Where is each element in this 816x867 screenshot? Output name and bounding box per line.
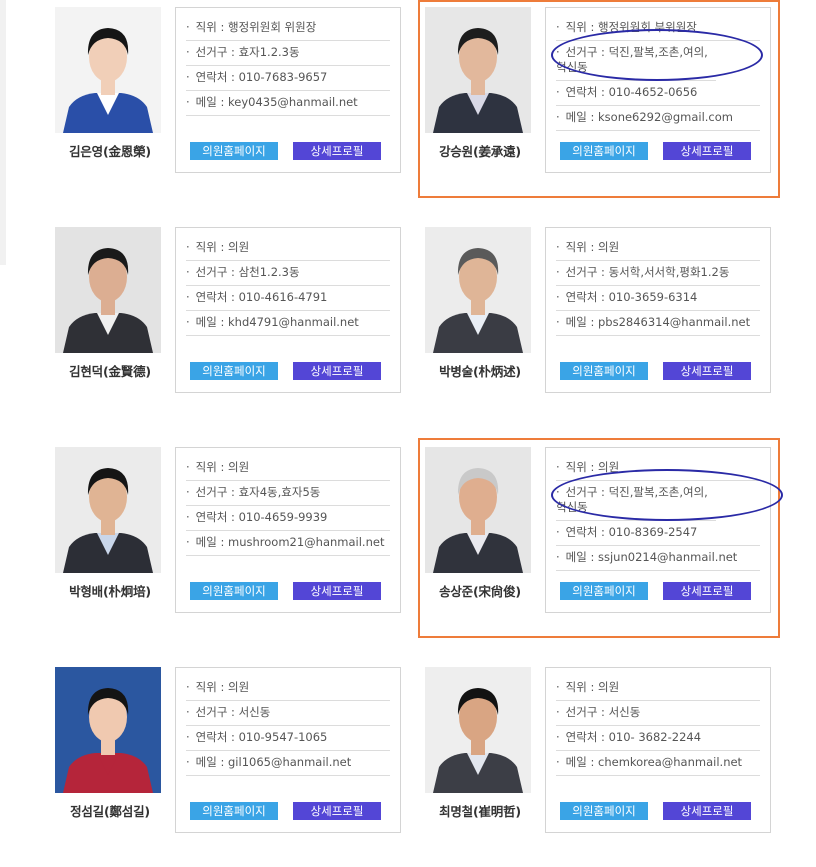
- highlight-ellipse-district-2: [551, 29, 763, 81]
- homepage-button[interactable]: 의원홈페이지: [190, 142, 278, 160]
- highlight-box-member-2: [418, 0, 780, 198]
- homepage-button[interactable]: 의원홈페이지: [560, 802, 648, 820]
- member-email: 메일 : key0435@hanmail.net: [186, 91, 390, 116]
- highlight-ellipse-district-6: [551, 469, 783, 521]
- member-district: 선거구 : 삼천1.2.3동: [186, 261, 390, 286]
- member-name: 김은영(金恩榮): [69, 144, 151, 159]
- member-district: 선거구 : 효자1.2.3동: [186, 41, 390, 66]
- member-card: 박병술(朴炳述) 직위 : 의원선거구 : 동서학,서서학,평화1.2동연락처 :…: [425, 227, 795, 427]
- member-card: 김현덕(金賢德) 직위 : 의원선거구 : 삼천1.2.3동연락처 : 010-4…: [55, 227, 425, 427]
- member-info-box: 직위 : 의원선거구 : 삼천1.2.3동연락처 : 010-4616-4791…: [175, 227, 401, 393]
- member-info-box: 직위 : 의원선거구 : 서신동연락처 : 010-9547-1065메일 : …: [175, 667, 401, 833]
- member-name: 박병술(朴炳述): [439, 364, 521, 379]
- member-contact: 연락처 : 010-7683-9657: [186, 66, 390, 91]
- member-photo: [55, 667, 161, 793]
- member-info-box: 직위 : 의원선거구 : 동서학,서서학,평화1.2동연락처 : 010-365…: [545, 227, 771, 393]
- member-district: 선거구 : 효자4동,효자5동: [186, 481, 390, 506]
- profile-button[interactable]: 상세프로필: [663, 802, 751, 820]
- member-card: 정섬길(鄭섬길) 직위 : 의원선거구 : 서신동연락처 : 010-9547-1…: [55, 667, 425, 867]
- member-photo: [425, 227, 531, 353]
- profile-button[interactable]: 상세프로필: [293, 362, 381, 380]
- homepage-button[interactable]: 의원홈페이지: [190, 802, 278, 820]
- member-position: 직위 : 행정위원회 위원장: [186, 16, 390, 41]
- member-contact: 연락처 : 010-9547-1065: [186, 726, 390, 751]
- profile-button[interactable]: 상세프로필: [663, 362, 751, 380]
- member-name: 정섬길(鄭섬길): [70, 804, 150, 819]
- member-name: 박형배(朴炯培): [69, 584, 151, 599]
- member-photo: [55, 447, 161, 573]
- profile-button[interactable]: 상세프로필: [293, 582, 381, 600]
- member-position: 직위 : 의원: [186, 236, 390, 261]
- member-card: 최명철(崔明哲) 직위 : 의원선거구 : 서신동연락처 : 010- 3682-…: [425, 667, 795, 867]
- highlight-box-member-6: [418, 438, 780, 638]
- member-contact: 연락처 : 010-3659-6314: [556, 286, 760, 311]
- member-position: 직위 : 의원: [186, 676, 390, 701]
- member-district: 선거구 : 서신동: [186, 701, 390, 726]
- member-email: 메일 : khd4791@hanmail.net: [186, 311, 390, 336]
- homepage-button[interactable]: 의원홈페이지: [190, 362, 278, 380]
- sidebar-edge: [0, 0, 6, 265]
- member-info-box: 직위 : 행정위원회 위원장선거구 : 효자1.2.3동연락처 : 010-76…: [175, 7, 401, 173]
- member-contact: 연락처 : 010- 3682-2244: [556, 726, 760, 751]
- member-info-box: 직위 : 의원선거구 : 효자4동,효자5동연락처 : 010-4659-993…: [175, 447, 401, 613]
- member-position: 직위 : 의원: [186, 456, 390, 481]
- member-photo: [55, 227, 161, 353]
- member-position: 직위 : 의원: [556, 676, 760, 701]
- member-info-box: 직위 : 의원선거구 : 서신동연락처 : 010- 3682-2244메일 :…: [545, 667, 771, 833]
- member-contact: 연락처 : 010-4616-4791: [186, 286, 390, 311]
- member-email: 메일 : mushroom21@hanmail.net: [186, 531, 390, 556]
- profile-button[interactable]: 상세프로필: [293, 142, 381, 160]
- member-email: 메일 : chemkorea@hanmail.net: [556, 751, 760, 776]
- member-district: 선거구 : 동서학,서서학,평화1.2동: [556, 261, 760, 286]
- member-photo: [425, 667, 531, 793]
- member-contact: 연락처 : 010-4659-9939: [186, 506, 390, 531]
- profile-button[interactable]: 상세프로필: [293, 802, 381, 820]
- member-position: 직위 : 의원: [556, 236, 760, 261]
- member-email: 메일 : pbs2846314@hanmail.net: [556, 311, 760, 336]
- homepage-button[interactable]: 의원홈페이지: [190, 582, 278, 600]
- member-card: 김은영(金恩榮) 직위 : 행정위원회 위원장선거구 : 효자1.2.3동연락처 …: [55, 7, 425, 207]
- member-email: 메일 : gil1065@hanmail.net: [186, 751, 390, 776]
- member-photo: [55, 7, 161, 133]
- homepage-button[interactable]: 의원홈페이지: [560, 362, 648, 380]
- member-name: 김현덕(金賢德): [69, 364, 151, 379]
- member-card: 박형배(朴炯培) 직위 : 의원선거구 : 효자4동,효자5동연락처 : 010-…: [55, 447, 425, 647]
- member-name: 최명철(崔明哲): [439, 804, 521, 819]
- member-district: 선거구 : 서신동: [556, 701, 760, 726]
